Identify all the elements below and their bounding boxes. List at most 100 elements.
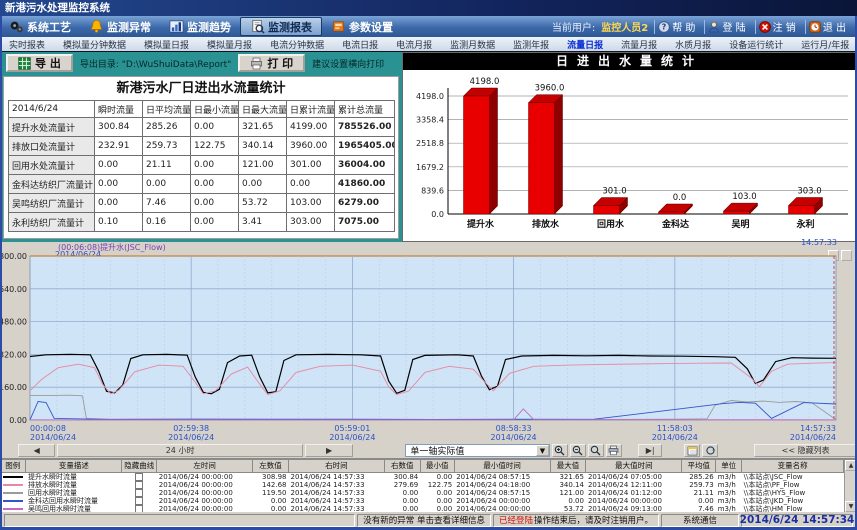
combobox-dropdown-arrow[interactable]: ▼ bbox=[536, 445, 549, 456]
legend-vertical-scrollbar[interactable]: ▲ ▼ bbox=[844, 460, 857, 512]
hide-curve-checkbox[interactable] bbox=[135, 497, 143, 505]
logout-x-icon bbox=[759, 21, 771, 33]
scroll-up-button[interactable]: ▲ bbox=[845, 460, 857, 471]
zoom-in-button[interactable] bbox=[552, 444, 568, 457]
legend-value-cell: 2014/06/24 07:05:00 bbox=[586, 473, 682, 482]
svg-text:3358.4: 3358.4 bbox=[416, 116, 444, 125]
report-value-cell: 340.14 bbox=[239, 137, 287, 156]
legend-value-cell: 0.00 bbox=[682, 497, 716, 505]
help-button[interactable]: ? 帮 助 bbox=[654, 20, 698, 34]
play-button[interactable]: ▶| bbox=[638, 444, 662, 457]
report-value-cell: 3.41 bbox=[239, 213, 287, 232]
report-row-name: 永利纺织厂流量计 bbox=[9, 213, 95, 232]
calendar-button[interactable] bbox=[684, 444, 700, 457]
tab-9[interactable]: 监测年报 bbox=[504, 38, 558, 51]
legend-column-header: 最大值时间 bbox=[586, 460, 682, 473]
legend-value-cell: 340.14 bbox=[550, 481, 586, 489]
report-column-header: 瞬时流量 bbox=[95, 101, 143, 118]
tab-8[interactable]: 监测月数据 bbox=[441, 38, 504, 51]
hide-list-button[interactable]: << 隐藏列表 bbox=[754, 444, 857, 457]
print-hint: 建议设置横向打印 bbox=[312, 57, 384, 70]
tab-5[interactable]: 电流分钟数据 bbox=[261, 38, 333, 51]
user-icon bbox=[708, 21, 720, 33]
value-mode-combobox[interactable]: 单一轴实际值 ▼ bbox=[405, 444, 550, 457]
print-trend-button[interactable] bbox=[606, 444, 622, 457]
menu-item-parameter-settings[interactable]: 参数设置 bbox=[322, 17, 402, 36]
legend-value-cell: m3/h bbox=[716, 481, 742, 489]
tab-3[interactable]: 模拟量日报 bbox=[135, 38, 198, 51]
hide-curve-checkbox[interactable] bbox=[135, 481, 143, 489]
report-value-cell: 0.00 bbox=[95, 175, 143, 194]
refresh-button[interactable] bbox=[702, 444, 718, 457]
report-value-cell: 300.84 bbox=[95, 118, 143, 137]
export-button[interactable]: 导 出 bbox=[6, 54, 73, 72]
exit-button[interactable]: 退 出 bbox=[805, 20, 849, 34]
legend-row[interactable]: 提升水瞬时流量2014/06/24 00:00:00308.982014/06/… bbox=[0, 473, 844, 482]
logout-button[interactable]: 注 销 bbox=[755, 20, 799, 34]
report-value-cell: 0.00 bbox=[143, 175, 191, 194]
menu-item-monitor-trend[interactable]: 监测趋势 bbox=[160, 17, 240, 36]
report-header-row: 2014/6/24瞬时流量日平均流量日最小流量日最大流量日累计流量累计总流量 bbox=[9, 101, 395, 118]
legend-row[interactable]: 排放水瞬时流量2014/06/24 00:00:00142.682014/06/… bbox=[0, 481, 844, 489]
legend-desc-cell: 回用水瞬时流量 bbox=[26, 489, 122, 497]
trend-chart-canvas[interactable]: 800.00640.00480.00320.00160.000.0000:00:… bbox=[0, 242, 857, 443]
svg-text:14:57:33: 14:57:33 bbox=[800, 424, 836, 433]
tab-4[interactable]: 模拟量月报 bbox=[198, 38, 261, 51]
menu-item-monitor-alarm[interactable]: 监测异常 bbox=[80, 17, 160, 36]
legend-value-cell: \\本站点\PF_Flow bbox=[742, 481, 844, 489]
svg-text:103.0: 103.0 bbox=[732, 192, 756, 202]
legend-column-header: 变量描述 bbox=[26, 460, 122, 473]
legend-row[interactable]: 回用水瞬时流量2014/06/24 00:00:00119.502014/06/… bbox=[0, 489, 844, 497]
report-value-cell: 122.75 bbox=[191, 137, 239, 156]
menu-item-system-process[interactable]: 系统工艺 bbox=[0, 17, 80, 36]
menu-item-monitor-report[interactable]: 监测报表 bbox=[240, 17, 322, 36]
svg-text:02:59:38: 02:59:38 bbox=[173, 424, 209, 433]
title-bar: 新港污水处理监控系统 bbox=[0, 0, 857, 16]
scroll-down-button[interactable]: ▼ bbox=[845, 501, 857, 512]
legend-value-cell: 0.00 bbox=[420, 489, 454, 497]
tab-7[interactable]: 电流月报 bbox=[387, 38, 441, 51]
tab-6[interactable]: 电流日报 bbox=[333, 38, 387, 51]
legend-line-cell bbox=[0, 481, 26, 489]
tab-1[interactable]: 实时报表 bbox=[0, 38, 54, 51]
svg-text:301.0: 301.0 bbox=[602, 187, 626, 197]
legend-header-row: 图例变量描述隐藏曲线左时间左数值右时间右数值最小值最小值时间最大值最大值时间平均… bbox=[0, 460, 844, 473]
settings-icon bbox=[331, 19, 346, 34]
report-column-header: 日平均流量 bbox=[143, 101, 191, 118]
hide-curve-checkbox[interactable] bbox=[135, 473, 143, 481]
report-row: 永利纺织厂流量计0.100.160.003.41303.007075.00 bbox=[9, 213, 395, 232]
menu-item-label: 监测异常 bbox=[107, 19, 151, 35]
legend-value-cell: 2014/06/24 14:57:33 bbox=[289, 481, 385, 489]
time-range-button[interactable]: 24 小时 bbox=[57, 444, 302, 457]
print-button[interactable]: 打 印 bbox=[238, 54, 305, 72]
tab-10[interactable]: 流量日报 bbox=[558, 38, 612, 51]
tab-12[interactable]: 水质月报 bbox=[666, 38, 720, 51]
report-value-cell: 41860.00 bbox=[335, 175, 395, 194]
scroll-left-button[interactable]: ◀ bbox=[18, 444, 55, 457]
legend-row[interactable]: 金科达回用水瞬时流量2014/06/24 00:00:000.002014/06… bbox=[0, 497, 844, 505]
hide-curve-checkbox[interactable] bbox=[135, 489, 143, 497]
svg-text:2518.8: 2518.8 bbox=[416, 139, 444, 148]
legend-value-cell: 321.65 bbox=[550, 473, 586, 482]
report-value-cell: 0.00 bbox=[191, 156, 239, 175]
tab-11[interactable]: 流量月报 bbox=[612, 38, 666, 51]
print-button-label: 打 印 bbox=[267, 55, 293, 71]
report-value-cell: 301.00 bbox=[287, 156, 335, 175]
status-alarm-message[interactable]: 没有新的异常 单击查看详细信息 bbox=[357, 514, 491, 527]
login-button[interactable]: 登 陆 bbox=[704, 20, 748, 34]
legend-value-cell: 21.11 bbox=[682, 489, 716, 497]
legend-column-header: 左时间 bbox=[157, 460, 253, 473]
zoom-out-button[interactable] bbox=[570, 444, 586, 457]
report-value-cell: 3960.00 bbox=[287, 137, 335, 156]
legend-desc-cell: 排放水瞬时流量 bbox=[26, 481, 122, 489]
tab-13[interactable]: 设备运行统计 bbox=[720, 38, 792, 51]
window-title: 新港污水处理监控系统 bbox=[5, 2, 110, 14]
tab-2[interactable]: 模拟量分钟数据 bbox=[54, 38, 135, 51]
scroll-right-button[interactable]: ▶ bbox=[305, 444, 354, 457]
tab-14[interactable]: 运行月/年报 bbox=[792, 38, 857, 51]
legend-value-cell: 2014/06/24 00:00:00 bbox=[586, 497, 682, 505]
legend-hide-cell bbox=[122, 497, 157, 505]
zoom-reset-button[interactable] bbox=[588, 444, 604, 457]
legend-value-cell: 2014/06/24 08:57:15 bbox=[454, 489, 550, 497]
legend-value-cell: 121.00 bbox=[550, 489, 586, 497]
